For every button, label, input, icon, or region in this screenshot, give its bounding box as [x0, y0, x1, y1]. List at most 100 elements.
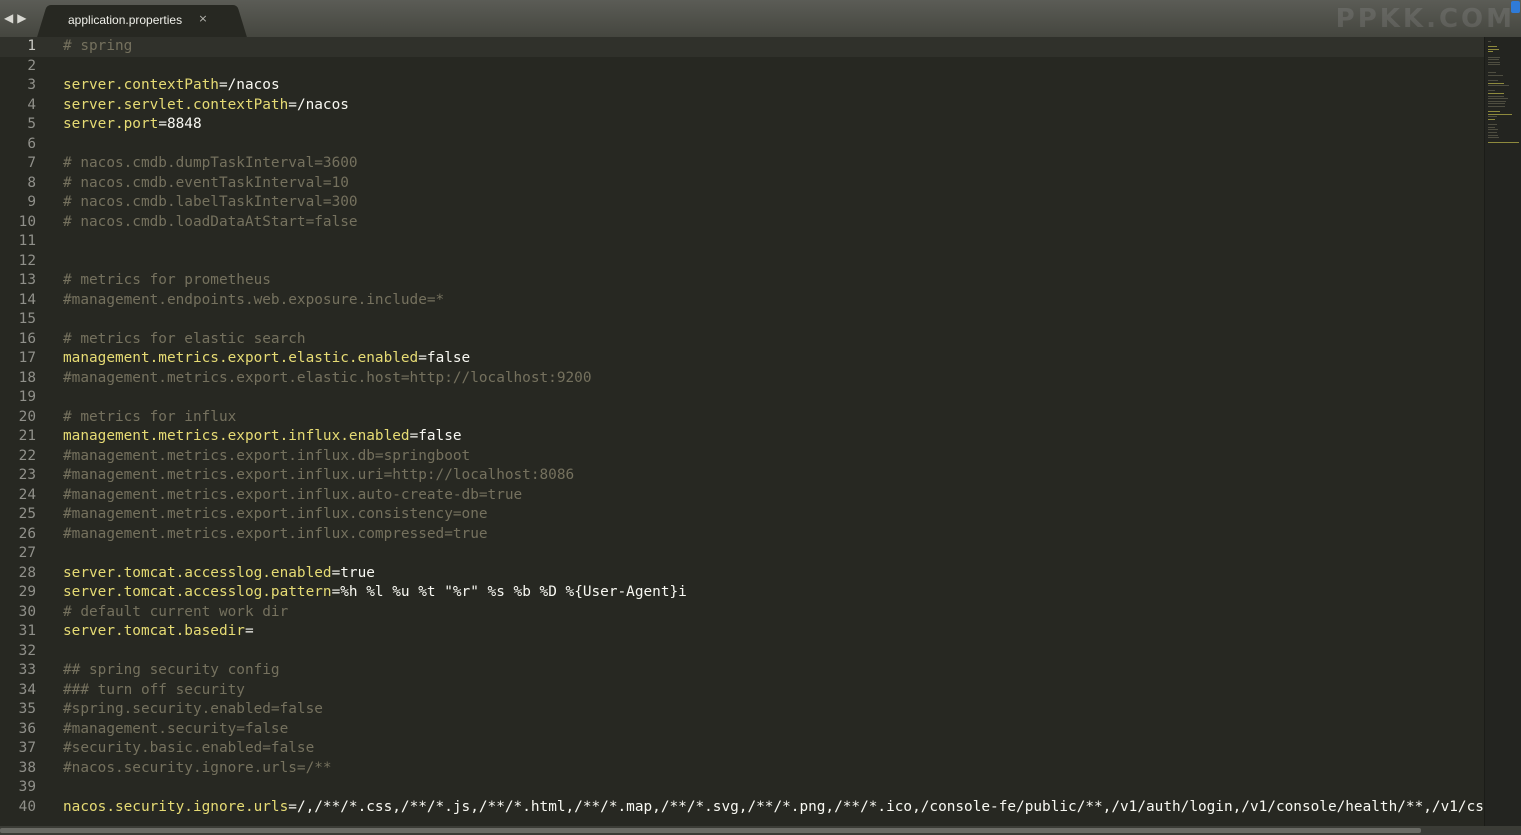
code-line[interactable]: 4 server.servlet.contextPath=/nacos [0, 96, 1484, 116]
code-editor[interactable]: 1 # spring 2 3 server.contextPath=/nacos 4 ser… [0, 37, 1484, 826]
code-line[interactable]: 17 management.metrics.export.elastic.enab… [0, 349, 1484, 369]
code-line[interactable]: 39 [0, 778, 1484, 798]
line-number: 3 [27, 77, 36, 93]
back-arrow-icon[interactable]: ◀ [4, 11, 13, 25]
code-line[interactable]: 29 server.tomcat.accesslog.pattern=%h %l … [0, 583, 1484, 603]
line-number: 22 [18, 447, 36, 464]
code-line[interactable]: 35 #spring.security.enabled=false [0, 700, 1484, 720]
line-content: #management.metrics.export.influx.compre… [63, 525, 488, 545]
code-line[interactable]: 27 [0, 544, 1484, 564]
line-content: #security.basic.enabled=false [63, 739, 314, 759]
comment-text: #management.metrics.export.influx.auto-c… [63, 486, 523, 503]
line-number: 36 [18, 720, 36, 737]
line-number: 16 [18, 330, 36, 347]
code-line[interactable]: 5 server.port=8848 [0, 115, 1484, 135]
comment-text: # nacos.cmdb.loadDataAtStart=false [63, 213, 358, 230]
code-line[interactable]: 38 #nacos.security.ignore.urls=/** [0, 759, 1484, 779]
code-line[interactable]: 32 [0, 642, 1484, 662]
property-value: false [426, 350, 471, 366]
minimap-line [1488, 41, 1491, 42]
code-line[interactable]: 7 # nacos.cmdb.dumpTaskInterval=3600 [0, 154, 1484, 174]
comment-text: ### turn off security [63, 681, 245, 698]
code-line[interactable]: 26 #management.metrics.export.influx.comp… [0, 525, 1484, 545]
code-line[interactable]: 20 # metrics for influx [0, 408, 1484, 428]
minimap-line [1488, 134, 1498, 136]
corner-badge-icon [1511, 1, 1520, 13]
line-content: management.metrics.export.elastic.enable… [63, 349, 470, 369]
code-line[interactable]: 22 #management.metrics.export.influx.db=s… [0, 447, 1484, 467]
code-line[interactable]: 28 server.tomcat.accesslog.enabled=true [0, 564, 1484, 584]
minimap-line [1488, 98, 1509, 100]
line-number: 20 [18, 408, 36, 425]
comment-text: # nacos.cmdb.eventTaskInterval=10 [63, 174, 349, 191]
forward-arrow-icon[interactable]: ▶ [17, 11, 26, 25]
line-number: 40 [18, 798, 36, 815]
code-line[interactable]: 31 server.tomcat.basedir= [0, 622, 1484, 642]
minimap[interactable] [1484, 37, 1521, 826]
code-line[interactable]: 8 # nacos.cmdb.eventTaskInterval=10 [0, 174, 1484, 194]
line-number: 13 [18, 272, 36, 288]
comment-text: #security.basic.enabled=false [63, 740, 315, 756]
comment-text: #management.metrics.export.influx.compre… [63, 525, 488, 542]
line-number: 28 [18, 564, 36, 581]
code-line[interactable]: 19 [0, 388, 1484, 408]
line-content: ## spring security config [63, 661, 280, 681]
line-content: # nacos.cmdb.dumpTaskInterval=3600 [63, 154, 358, 174]
property-value: /nacos [296, 96, 349, 113]
code-line[interactable]: 16 # metrics for elastic search [0, 330, 1484, 350]
property-value: %h %l %u %t "%r" %s %b %D %{User-Agent}i [340, 584, 687, 600]
comment-text: # nacos.cmdb.dumpTaskInterval=3600 [63, 155, 358, 171]
property-value: /,/**/*.css,/**/*.js,/**/*.html,/**/*.ma… [296, 798, 1484, 815]
line-number: 5 [27, 116, 36, 132]
minimap-line [1488, 137, 1499, 139]
code-line[interactable]: 34 ### turn off security [0, 681, 1484, 701]
tab-label: application.properties [68, 13, 183, 27]
code-line[interactable]: 18 #management.metrics.export.elastic.hos… [0, 369, 1484, 389]
code-line[interactable]: 3 server.contextPath=/nacos [0, 76, 1484, 96]
line-content: ### turn off security [63, 681, 245, 701]
tab-application-properties[interactable]: application.properties × [52, 5, 232, 37]
tab-navigation: ◀ ▶ [4, 9, 26, 27]
code-line[interactable]: 6 [0, 135, 1484, 155]
code-line[interactable]: 25 #management.metrics.export.influx.cons… [0, 505, 1484, 525]
code-line[interactable]: 1 # spring [0, 37, 1484, 57]
minimap-line [1488, 59, 1500, 61]
line-content: # nacos.cmdb.eventTaskInterval=10 [63, 174, 349, 194]
line-number: 25 [18, 506, 36, 522]
comment-text: # metrics for influx [63, 408, 237, 425]
code-line[interactable]: 33 ## spring security config [0, 661, 1484, 681]
code-line[interactable]: 12 [0, 252, 1484, 272]
code-line[interactable]: 23 #management.metrics.export.influx.uri=… [0, 466, 1484, 486]
code-line[interactable]: 30 # default current work dir [0, 603, 1484, 623]
line-content: management.metrics.export.influx.enabled… [63, 427, 462, 447]
horizontal-scrollbar[interactable] [0, 826, 1521, 835]
minimap-line [1488, 48, 1500, 50]
comment-text: #management.metrics.export.elastic.host=… [63, 369, 592, 386]
code-line[interactable]: 40 nacos.security.ignore.urls=/,/**/*.css… [0, 798, 1484, 818]
code-line[interactable]: 36 #management.security=false [0, 720, 1484, 740]
code-line[interactable]: 11 [0, 232, 1484, 252]
close-icon[interactable]: × [195, 11, 211, 27]
code-line[interactable]: 21 management.metrics.export.influx.enabl… [0, 427, 1484, 447]
line-number: 11 [18, 233, 36, 249]
line-number: 7 [27, 155, 36, 171]
code-line[interactable]: 14 #management.endpoints.web.exposure.inc… [0, 291, 1484, 311]
code-line[interactable]: 24 #management.metrics.export.influx.auto… [0, 486, 1484, 506]
code-line[interactable]: 9 # nacos.cmdb.labelTaskInterval=300 [0, 193, 1484, 213]
code-line[interactable]: 37 #security.basic.enabled=false [0, 739, 1484, 759]
minimap-line [1488, 126, 1496, 128]
line-content: #management.endpoints.web.exposure.inclu… [63, 291, 444, 311]
line-content: #management.metrics.export.elastic.host=… [63, 369, 592, 389]
code-line[interactable]: 13 # metrics for prometheus [0, 271, 1484, 291]
scrollbar-thumb[interactable] [0, 828, 1421, 833]
code-line[interactable]: 10 # nacos.cmdb.loadDataAtStart=false [0, 213, 1484, 233]
line-number: 26 [18, 525, 36, 542]
code-line[interactable]: 15 [0, 310, 1484, 330]
line-content: # metrics for influx [63, 408, 236, 428]
minimap-line [1488, 116, 1497, 118]
line-number: 29 [18, 584, 36, 600]
property-key: management.metrics.export.elastic.enable… [63, 350, 419, 366]
code-line[interactable]: 2 [0, 57, 1484, 77]
line-number: 33 [18, 662, 36, 678]
assign-operator: = [331, 584, 341, 600]
